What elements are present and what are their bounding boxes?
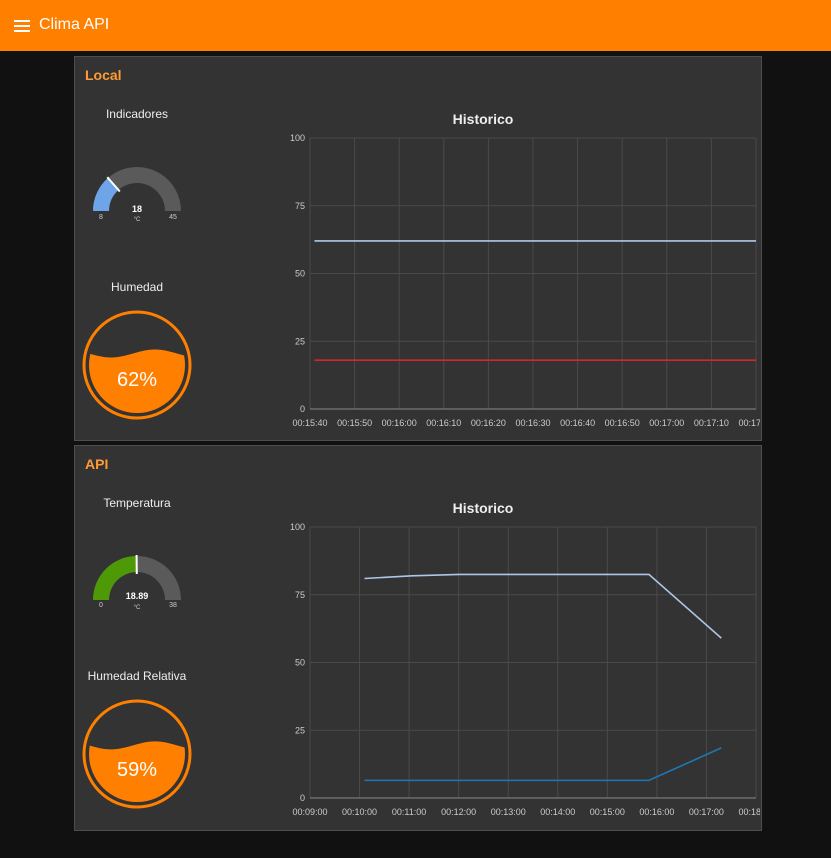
history-chart: Historico 0 25 50 75 100 00:09:00 00:10:00 00:1… [290, 500, 760, 817]
series-line [364, 573, 722, 639]
x-tick-label: 00:16:10 [426, 418, 461, 428]
x-tick-label: 00:16:30 [515, 418, 550, 428]
x-tick-label: 00:17:00 [649, 418, 684, 428]
series-line [364, 747, 722, 782]
group-title: API [85, 456, 109, 472]
gauge-value: 18 [132, 204, 142, 214]
x-tick-label: 00:10:00 [342, 807, 377, 817]
x-tick-label: 00:12:00 [441, 807, 476, 817]
x-tick-label: 00:15:40 [292, 418, 327, 428]
x-tick-label: 00:11:00 [392, 807, 426, 817]
y-tick-label: 0 [300, 793, 305, 803]
x-tick-label: 00:16:40 [560, 418, 595, 428]
y-tick-label: 25 [295, 725, 305, 735]
history-chart: Historico 0 25 50 75 100 00:15:40 00:15:50 00:1… [290, 111, 760, 428]
x-tick-label: 00:15:50 [337, 418, 372, 428]
top-bar: Clima API [0, 0, 831, 51]
hamburger-menu-icon[interactable] [14, 20, 30, 32]
gauge-unit: °C [134, 605, 141, 611]
gauge-unit: °C [134, 217, 141, 223]
level-value: 62% [117, 369, 157, 391]
group-api: API Temperatura 18.89 °C 0 38 Humedad Re… [74, 445, 762, 831]
group-local: Local Indicadores 18 °C 8 45 Humedad 62%… [74, 56, 762, 441]
y-tick-label: 100 [290, 133, 305, 143]
temperature-gauge: 18.89 °C 0 38 [93, 554, 181, 611]
y-tick-label: 75 [295, 201, 305, 211]
x-tick-label: 00:16:00 [382, 418, 417, 428]
gauge-min: 0 [99, 602, 103, 609]
gauge-label: Indicadores [105, 107, 169, 121]
x-tick-label: 00:14:00 [540, 807, 575, 817]
gauge-value: 18.89 [126, 591, 149, 601]
app-title: Clima API [39, 16, 110, 33]
group-title: Local [85, 67, 122, 83]
x-tick-label: 00:17:23 [738, 418, 760, 428]
x-tick-label: 00:16:20 [471, 418, 506, 428]
x-tick-label: 00:15:00 [590, 807, 625, 817]
y-tick-label: 100 [290, 522, 305, 532]
x-tick-label: 00:16:00 [639, 807, 674, 817]
x-tick-label: 00:13:00 [491, 807, 526, 817]
y-tick-label: 0 [300, 404, 305, 414]
x-tick-label: 00:17:00 [689, 807, 724, 817]
x-tick-label: 00:09:00 [292, 807, 327, 817]
level-label: Humedad [110, 280, 164, 294]
y-tick-label: 50 [295, 658, 305, 668]
x-tick-label: 00:16:50 [605, 418, 640, 428]
humidity-level: 59% [82, 699, 192, 809]
gauge-max: 38 [169, 602, 177, 609]
gauge-max: 45 [169, 214, 177, 221]
x-tick-label: 00:18:00 [738, 807, 760, 817]
x-tick-label: 00:17:10 [694, 418, 729, 428]
chart-title: Historico [453, 111, 514, 127]
gauge-min: 8 [99, 214, 103, 221]
gauge-label: Temperatura [103, 496, 171, 510]
temperature-gauge: 18 °C 8 45 [93, 167, 181, 223]
y-tick-label: 75 [295, 590, 305, 600]
y-tick-label: 25 [295, 336, 305, 346]
chart-title: Historico [453, 500, 514, 516]
level-value: 59% [117, 759, 157, 781]
humidity-level: 62% [82, 310, 192, 420]
level-label: Humedad Relativa [87, 669, 187, 683]
y-tick-label: 50 [295, 269, 305, 279]
